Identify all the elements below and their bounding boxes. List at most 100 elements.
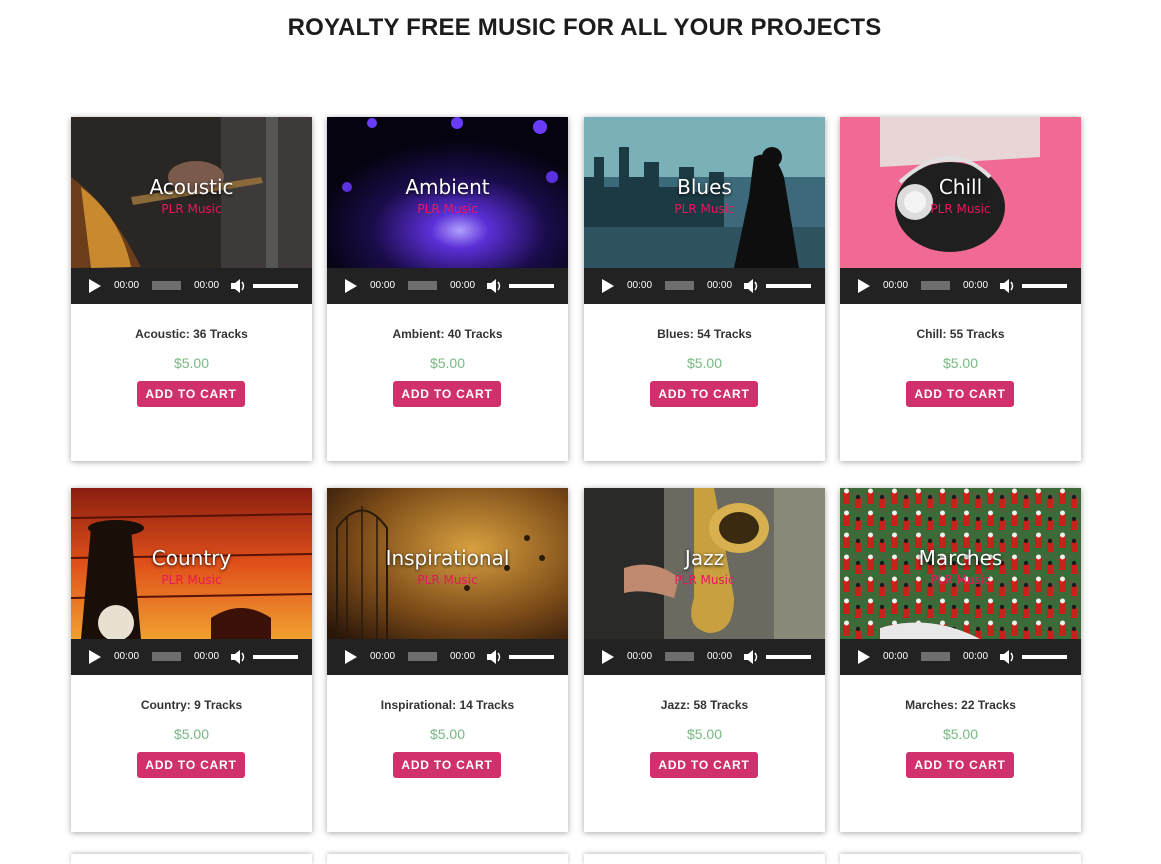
genre-title: Jazz xyxy=(684,546,725,570)
product-card-partial xyxy=(327,854,568,864)
product-card-acoustic: Acoustic PLR Music 00:00 00:00 Acoustic:… xyxy=(71,117,312,461)
audio-player: 00:00 00:00 xyxy=(71,268,312,304)
volume-slider[interactable] xyxy=(766,284,811,288)
product-card-partial xyxy=(71,854,312,864)
volume-slider[interactable] xyxy=(509,284,554,288)
current-time: 00:00 xyxy=(883,651,909,662)
genre-title: Country xyxy=(151,546,232,570)
product-image[interactable]: Blues PLR Music xyxy=(584,117,825,268)
audio-player: 00:00 00:00 xyxy=(584,639,825,675)
brand-label: PLR Music xyxy=(161,202,222,216)
total-time: 00:00 xyxy=(194,280,220,291)
tracks-label: Chill: 55 Tracks xyxy=(916,327,1005,341)
product-card-jazz: Jazz PLR Music 00:00 00:00 Jazz: 58 Trac… xyxy=(584,488,825,832)
total-time: 00:00 xyxy=(963,280,989,291)
seek-bar[interactable] xyxy=(921,652,950,661)
tracks-label: Jazz: 58 Tracks xyxy=(660,698,749,712)
page-title: ROYALTY FREE MUSIC FOR ALL YOUR PROJECTS xyxy=(287,14,882,41)
volume-icon[interactable] xyxy=(999,278,1015,294)
seek-bar[interactable] xyxy=(152,281,181,290)
product-image[interactable]: Chill PLR Music xyxy=(840,117,1081,268)
play-icon[interactable] xyxy=(89,279,101,293)
tracks-label: Country: 9 Tracks xyxy=(140,698,243,712)
volume-icon[interactable] xyxy=(743,649,759,665)
play-icon[interactable] xyxy=(858,279,870,293)
seek-bar[interactable] xyxy=(921,281,950,290)
play-icon[interactable] xyxy=(345,650,357,664)
seek-bar[interactable] xyxy=(408,281,437,290)
add-to-cart-button[interactable]: ADD TO CART xyxy=(650,381,758,407)
product-image[interactable]: Country PLR Music xyxy=(71,488,312,639)
current-time: 00:00 xyxy=(370,280,396,291)
add-to-cart-button[interactable]: ADD TO CART xyxy=(393,752,501,778)
add-to-cart-button[interactable]: ADD TO CART xyxy=(393,381,501,407)
brand-label: PLR Music xyxy=(930,202,991,216)
genre-title: Acoustic xyxy=(149,175,234,199)
audio-player: 00:00 00:00 xyxy=(840,268,1081,304)
tracks-label: Acoustic: 36 Tracks xyxy=(135,327,248,341)
volume-slider[interactable] xyxy=(509,655,554,659)
play-icon[interactable] xyxy=(345,279,357,293)
volume-slider[interactable] xyxy=(253,655,298,659)
total-time: 00:00 xyxy=(963,651,989,662)
add-to-cart-button[interactable]: ADD TO CART xyxy=(137,381,245,407)
volume-slider[interactable] xyxy=(1022,655,1067,659)
total-time: 00:00 xyxy=(450,651,476,662)
genre-title: Marches xyxy=(918,546,1003,570)
product-card-country: Country PLR Music 00:00 00:00 Country: 9… xyxy=(71,488,312,832)
add-to-cart-button[interactable]: ADD TO CART xyxy=(650,752,758,778)
audio-player: 00:00 00:00 xyxy=(327,268,568,304)
volume-slider[interactable] xyxy=(253,284,298,288)
seek-bar[interactable] xyxy=(665,652,694,661)
current-time: 00:00 xyxy=(114,651,140,662)
audio-player: 00:00 00:00 xyxy=(71,639,312,675)
total-time: 00:00 xyxy=(194,651,220,662)
total-time: 00:00 xyxy=(707,651,733,662)
genre-title: Ambient xyxy=(405,175,490,199)
product-image[interactable]: Ambient PLR Music xyxy=(327,117,568,268)
product-image[interactable]: Jazz PLR Music xyxy=(584,488,825,639)
product-card-marches: Marches PLR Music 00:00 00:00 Marches: 2… xyxy=(840,488,1081,832)
play-icon[interactable] xyxy=(602,650,614,664)
add-to-cart-button[interactable]: ADD TO CART xyxy=(906,381,1014,407)
tracks-label: Ambient: 40 Tracks xyxy=(392,327,503,341)
genre-title: Chill xyxy=(938,175,983,199)
volume-icon[interactable] xyxy=(999,649,1015,665)
audio-player: 00:00 00:00 xyxy=(584,268,825,304)
tracks-label: Blues: 54 Tracks xyxy=(657,327,752,341)
product-image[interactable]: Marches PLR Music xyxy=(840,488,1081,639)
tracks-label: Marches: 22 Tracks xyxy=(905,698,1016,712)
brand-label: PLR Music xyxy=(674,573,735,587)
volume-icon[interactable] xyxy=(743,278,759,294)
product-card-inspirational: Inspirational PLR Music 00:00 00:00 Insp… xyxy=(327,488,568,832)
play-icon[interactable] xyxy=(858,650,870,664)
current-time: 00:00 xyxy=(883,280,909,291)
product-card-ambient: Ambient PLR Music 00:00 00:00 Ambient: 4… xyxy=(327,117,568,461)
total-time: 00:00 xyxy=(707,280,733,291)
price: $5.00 xyxy=(429,355,466,371)
product-image[interactable]: Inspirational PLR Music xyxy=(327,488,568,639)
volume-slider[interactable] xyxy=(1022,284,1067,288)
seek-bar[interactable] xyxy=(408,652,437,661)
volume-icon[interactable] xyxy=(230,649,246,665)
add-to-cart-button[interactable]: ADD TO CART xyxy=(906,752,1014,778)
volume-icon[interactable] xyxy=(230,278,246,294)
add-to-cart-button[interactable]: ADD TO CART xyxy=(137,752,245,778)
genre-title: Blues xyxy=(677,175,732,199)
seek-bar[interactable] xyxy=(152,652,181,661)
current-time: 00:00 xyxy=(370,651,396,662)
total-time: 00:00 xyxy=(450,280,476,291)
brand-label: PLR Music xyxy=(161,573,222,587)
volume-slider[interactable] xyxy=(766,655,811,659)
price: $5.00 xyxy=(173,726,210,742)
volume-icon[interactable] xyxy=(486,649,502,665)
genre-title: Inspirational xyxy=(385,546,510,570)
volume-icon[interactable] xyxy=(486,278,502,294)
price: $5.00 xyxy=(173,355,210,371)
play-icon[interactable] xyxy=(89,650,101,664)
product-image[interactable]: Acoustic PLR Music xyxy=(71,117,312,268)
seek-bar[interactable] xyxy=(665,281,694,290)
play-icon[interactable] xyxy=(602,279,614,293)
tracks-label: Inspirational: 14 Tracks xyxy=(380,698,515,712)
audio-player: 00:00 00:00 xyxy=(327,639,568,675)
